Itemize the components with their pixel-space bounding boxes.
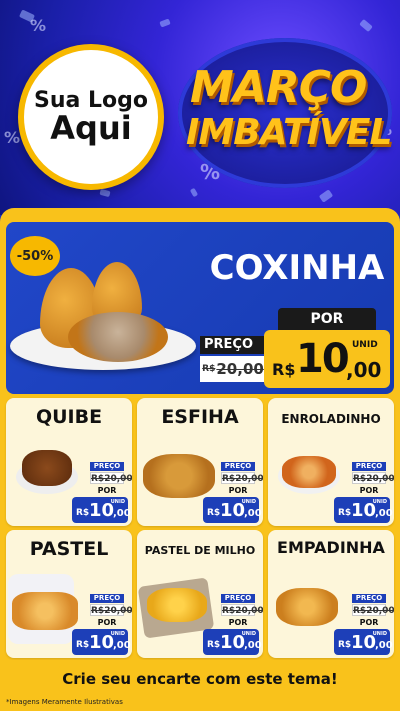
old-price: R$20,00 — [352, 472, 394, 484]
product-card-pastel-de-milho: PASTEL DE MILHO PREÇO R$20,00 POR R$ 10 … — [137, 530, 263, 658]
confetti — [189, 187, 199, 198]
preco-label: PREÇO — [221, 594, 255, 603]
por-label: POR — [359, 618, 379, 627]
featured-por-label: POR — [278, 308, 376, 330]
price-cents: ,00 — [113, 508, 131, 519]
product-card-quibe: QUIBE PREÇO R$20,00 POR R$ 10 ,00 UNID — [6, 398, 132, 526]
unit: UNID — [110, 499, 125, 505]
unit: UNID — [372, 499, 387, 505]
confetti — [99, 188, 111, 198]
por-label: POR — [228, 486, 248, 495]
preco-label: PREÇO — [90, 594, 124, 603]
campaign-title-line1: MARÇO — [190, 62, 367, 113]
campaign-title-line2: IMBATÍVEL — [186, 112, 392, 153]
old-price: R$20,00 — [221, 604, 263, 616]
featured-price-cents: ,00 — [346, 358, 382, 382]
preco-label: PREÇO — [352, 594, 386, 603]
new-price: R$ 10 ,00 UNID — [203, 629, 262, 655]
currency: R$ — [76, 508, 90, 518]
product-name: ENROLADINHO — [281, 412, 381, 426]
confetti — [159, 18, 171, 28]
unit: UNID — [110, 631, 125, 637]
disclaimer-text: *Imagens Meramente Ilustrativas — [6, 698, 123, 706]
price-cents: ,00 — [113, 640, 131, 651]
featured-old-price: R$ 20,00 — [200, 356, 266, 382]
price-cents: ,00 — [375, 508, 393, 519]
preco-label: PREÇO — [352, 462, 386, 471]
featured-preco-label: PREÇO — [200, 336, 266, 354]
new-price: R$ 10 ,00 UNID — [72, 629, 131, 655]
new-price: R$ 10 ,00 UNID — [72, 497, 131, 523]
unit: UNID — [241, 631, 256, 637]
currency: R$ — [207, 640, 221, 650]
preco-label: PREÇO — [90, 462, 124, 471]
currency: R$ — [338, 640, 352, 650]
product-card-esfiha: ESFIHA PREÇO R$20,00 POR R$ 10 ,00 UNID — [137, 398, 263, 526]
cta-banner[interactable]: Crie seu encarte com este tema! — [58, 665, 342, 693]
price-cents: ,00 — [244, 640, 262, 651]
currency: R$ — [76, 640, 90, 650]
old-price: R$20,00 — [352, 604, 394, 616]
product-card-empadinha: EMPADINHA PREÇO R$20,00 POR R$ 10 ,00 UN… — [268, 530, 394, 658]
logo-text-line2: Aqui — [50, 108, 132, 147]
unit: UNID — [372, 631, 387, 637]
featured-unit: UNID — [352, 340, 378, 350]
new-price: R$ 10 ,00 UNID — [334, 629, 393, 655]
pastel-image — [12, 592, 78, 630]
percent-icon: % — [30, 16, 47, 35]
confetti — [359, 18, 373, 33]
por-label: POR — [359, 486, 379, 495]
quibe-image — [22, 450, 72, 486]
product-card-pastel: PASTEL PREÇO R$20,00 POR R$ 10 ,00 UNID — [6, 530, 132, 658]
preco-label: PREÇO — [221, 462, 255, 471]
new-price: R$ 10 ,00 UNID — [334, 497, 393, 523]
price-cents: ,00 — [244, 508, 262, 519]
percent-icon: % — [4, 128, 21, 147]
discount-badge: -50% — [10, 236, 60, 276]
confetti — [318, 189, 334, 203]
por-label: POR — [97, 486, 117, 495]
product-card-enroladinho: ENROLADINHO PREÇO R$20,00 POR R$ 10 ,00 … — [268, 398, 394, 526]
old-price: R$20,00 — [221, 472, 263, 484]
product-name: QUIBE — [35, 406, 103, 428]
featured-price-int: 10 — [296, 336, 350, 382]
product-name: EMPADINHA — [277, 538, 385, 557]
pastel-de-milho-image — [147, 588, 207, 622]
featured-currency: R$ — [272, 360, 296, 379]
currency: R$ — [207, 508, 221, 518]
logo-placeholder: Sua Logo Aqui — [18, 44, 164, 190]
new-price: R$ 10 ,00 UNID — [203, 497, 262, 523]
featured-old-value: 20,00 — [216, 360, 264, 378]
empadinha-image — [276, 588, 338, 626]
coxinha-cut-image — [68, 312, 168, 362]
product-name: PASTEL DE MILHO — [144, 544, 256, 557]
unit: UNID — [241, 499, 256, 505]
price-cents: ,00 — [375, 640, 393, 651]
product-name: PASTEL — [29, 538, 109, 560]
por-label: POR — [228, 618, 248, 627]
product-name: ESFIHA — [161, 406, 239, 428]
esfiha-image — [143, 454, 215, 498]
por-label: POR — [97, 618, 117, 627]
featured-new-price: R$ 10 ,00 UNID — [264, 330, 390, 388]
featured-old-currency: R$ — [202, 364, 216, 374]
currency: R$ — [338, 508, 352, 518]
enroladinho-image — [282, 456, 336, 488]
old-price: R$20,00 — [90, 472, 132, 484]
featured-product-name: COXINHA — [209, 248, 385, 288]
old-price: R$20,00 — [90, 604, 132, 616]
